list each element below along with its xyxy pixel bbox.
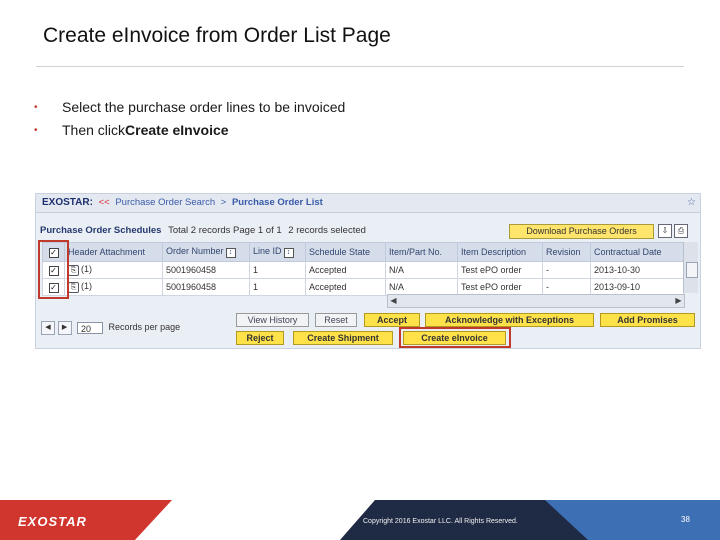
col-header-contractual-date[interactable]: Contractual Date bbox=[590, 242, 684, 262]
bullet-dot: • bbox=[34, 102, 38, 113]
next-page-icon[interactable]: ▶ bbox=[57, 320, 72, 335]
select-all-header[interactable]: ✓ bbox=[42, 242, 65, 262]
breadcrumb-link-po-search[interactable]: Purchase Order Search bbox=[115, 197, 215, 208]
records-info: Total 2 records Page 1 of 1 bbox=[168, 225, 282, 236]
bullet-item: • Select the purchase order lines to be … bbox=[34, 96, 345, 119]
row-checkbox[interactable]: ✓ bbox=[48, 282, 59, 293]
prev-page-icon[interactable]: ◀ bbox=[41, 320, 55, 335]
table-row[interactable]: ✓ ⎘ (1) 5001960458 1 Accepted N/A Test eP… bbox=[42, 278, 684, 296]
vertical-scrollbar[interactable] bbox=[683, 242, 698, 293]
select-all-checkbox[interactable]: ✓ bbox=[48, 247, 59, 258]
back-arrows-icon[interactable]: << bbox=[99, 197, 110, 208]
order-number-cell[interactable]: 5001960458 bbox=[162, 261, 250, 279]
accept-button[interactable]: Accept bbox=[364, 313, 420, 327]
scroll-thumb[interactable] bbox=[686, 262, 698, 278]
favorite-icon[interactable]: ☆ bbox=[687, 194, 696, 212]
schedule-state-cell: Accepted bbox=[305, 261, 386, 279]
col-header-schedule-state[interactable]: Schedule State bbox=[305, 242, 386, 262]
exostar-footer-logo: EXOSTAR bbox=[18, 514, 87, 529]
sort-icon[interactable]: ↕ bbox=[283, 248, 294, 258]
exostar-breadcrumb-logo: EXOSTAR: bbox=[42, 197, 93, 208]
create-shipment-button[interactable]: Create Shipment bbox=[293, 331, 393, 345]
slide-title: Create eInvoice from Order List Page bbox=[43, 24, 391, 47]
records-per-page-label: Records per page bbox=[108, 322, 181, 332]
view-history-button[interactable]: View History bbox=[236, 313, 309, 327]
bullet-item: • Then click Create eInvoice bbox=[34, 119, 345, 142]
contractual-date-cell: 2013-10-30 bbox=[590, 261, 684, 279]
create-einvoice-button[interactable]: Create eInvoice bbox=[403, 331, 506, 345]
page-number: 38 bbox=[681, 515, 690, 524]
col-header-item-part[interactable]: Item/Part No. bbox=[385, 242, 458, 262]
revision-cell: - bbox=[542, 278, 591, 296]
breadcrumb-separator: > bbox=[220, 197, 227, 208]
attachment-count: (1) bbox=[81, 264, 92, 274]
col-header-revision[interactable]: Revision bbox=[542, 242, 591, 262]
scroll-right-icon[interactable]: ▶ bbox=[673, 295, 684, 307]
revision-cell: - bbox=[542, 261, 591, 279]
bullet-list: • Select the purchase order lines to be … bbox=[34, 96, 345, 142]
title-divider bbox=[36, 66, 684, 67]
breadcrumb: EXOSTAR: << Purchase Order Search > Purc… bbox=[36, 194, 700, 213]
pagination: ◀ ▶ 20 Records per page bbox=[41, 320, 181, 335]
item-description-cell: Test ePO order bbox=[457, 278, 543, 296]
item-part-cell: N/A bbox=[385, 278, 458, 296]
sort-icon[interactable]: ↕ bbox=[225, 248, 236, 258]
selected-count: 2 records selected bbox=[288, 225, 366, 236]
contractual-date-cell: 2013-09-10 bbox=[590, 278, 684, 296]
po-schedule-table: ✓ Header Attachment Order Number ↕ Line I… bbox=[42, 242, 684, 296]
schedules-title: Purchase Order Schedules bbox=[40, 225, 162, 236]
row-checkbox[interactable]: ✓ bbox=[48, 265, 59, 276]
attachment-cell[interactable]: ⎘ (1) bbox=[64, 261, 163, 279]
reject-button[interactable]: Reject bbox=[236, 331, 284, 345]
col-header-line-id[interactable]: Line ID ↕ bbox=[249, 242, 306, 262]
row-select-cell[interactable]: ✓ bbox=[42, 278, 65, 296]
print-icon[interactable]: ⎙ bbox=[674, 224, 688, 238]
col-header-item-description[interactable]: Item Description bbox=[457, 242, 543, 262]
row-select-cell[interactable]: ✓ bbox=[42, 261, 65, 279]
table-header-row: ✓ Header Attachment Order Number ↕ Line I… bbox=[42, 242, 684, 262]
add-promises-button[interactable]: Add Promises bbox=[600, 313, 695, 327]
bullet-text: Then click bbox=[62, 122, 126, 138]
line-id-cell: 1 bbox=[249, 278, 306, 296]
attachment-icon[interactable]: ⎘ bbox=[68, 265, 79, 276]
col-header-attachment[interactable]: Header Attachment bbox=[64, 242, 163, 262]
col-header-order-number[interactable]: Order Number ↕ bbox=[162, 242, 250, 262]
col-header-order-number-label: Order Number bbox=[166, 246, 224, 256]
bullet-dot: • bbox=[34, 125, 38, 136]
attachment-cell[interactable]: ⎘ (1) bbox=[64, 278, 163, 296]
breadcrumb-current: Purchase Order List bbox=[231, 197, 323, 208]
acknowledge-with-exceptions-button[interactable]: Acknowledge with Exceptions bbox=[425, 313, 594, 327]
attachment-icon[interactable]: ⎘ bbox=[68, 282, 79, 293]
line-id-cell: 1 bbox=[249, 261, 306, 279]
item-description-cell: Test ePO order bbox=[457, 261, 543, 279]
footer-bar bbox=[0, 500, 720, 540]
download-purchase-orders-button[interactable]: Download Purchase Orders bbox=[509, 224, 654, 239]
horizontal-scrollbar[interactable]: ◀ ▶ bbox=[387, 294, 685, 308]
bullet-text: Select the purchase order lines to be in… bbox=[62, 99, 346, 115]
app-screenshot: EXOSTAR: << Purchase Order Search > Purc… bbox=[35, 193, 701, 349]
item-part-cell: N/A bbox=[385, 261, 458, 279]
scroll-left-icon[interactable]: ◀ bbox=[388, 295, 399, 307]
col-header-line-id-label: Line ID bbox=[253, 246, 282, 256]
export-icon[interactable]: ⇩ bbox=[658, 224, 672, 238]
order-number-cell[interactable]: 5001960458 bbox=[162, 278, 250, 296]
reset-button[interactable]: Reset bbox=[315, 313, 357, 327]
table-row[interactable]: ✓ ⎘ (1) 5001960458 1 Accepted N/A Test eP… bbox=[42, 261, 684, 279]
bullet-bold-text: Create eInvoice bbox=[125, 122, 229, 138]
copyright-text: Copyright 2016 Exostar LLC. All Rights R… bbox=[363, 518, 518, 525]
attachment-count: (1) bbox=[81, 281, 92, 291]
page-size-select[interactable]: 20 bbox=[77, 321, 104, 334]
schedule-state-cell: Accepted bbox=[305, 278, 386, 296]
